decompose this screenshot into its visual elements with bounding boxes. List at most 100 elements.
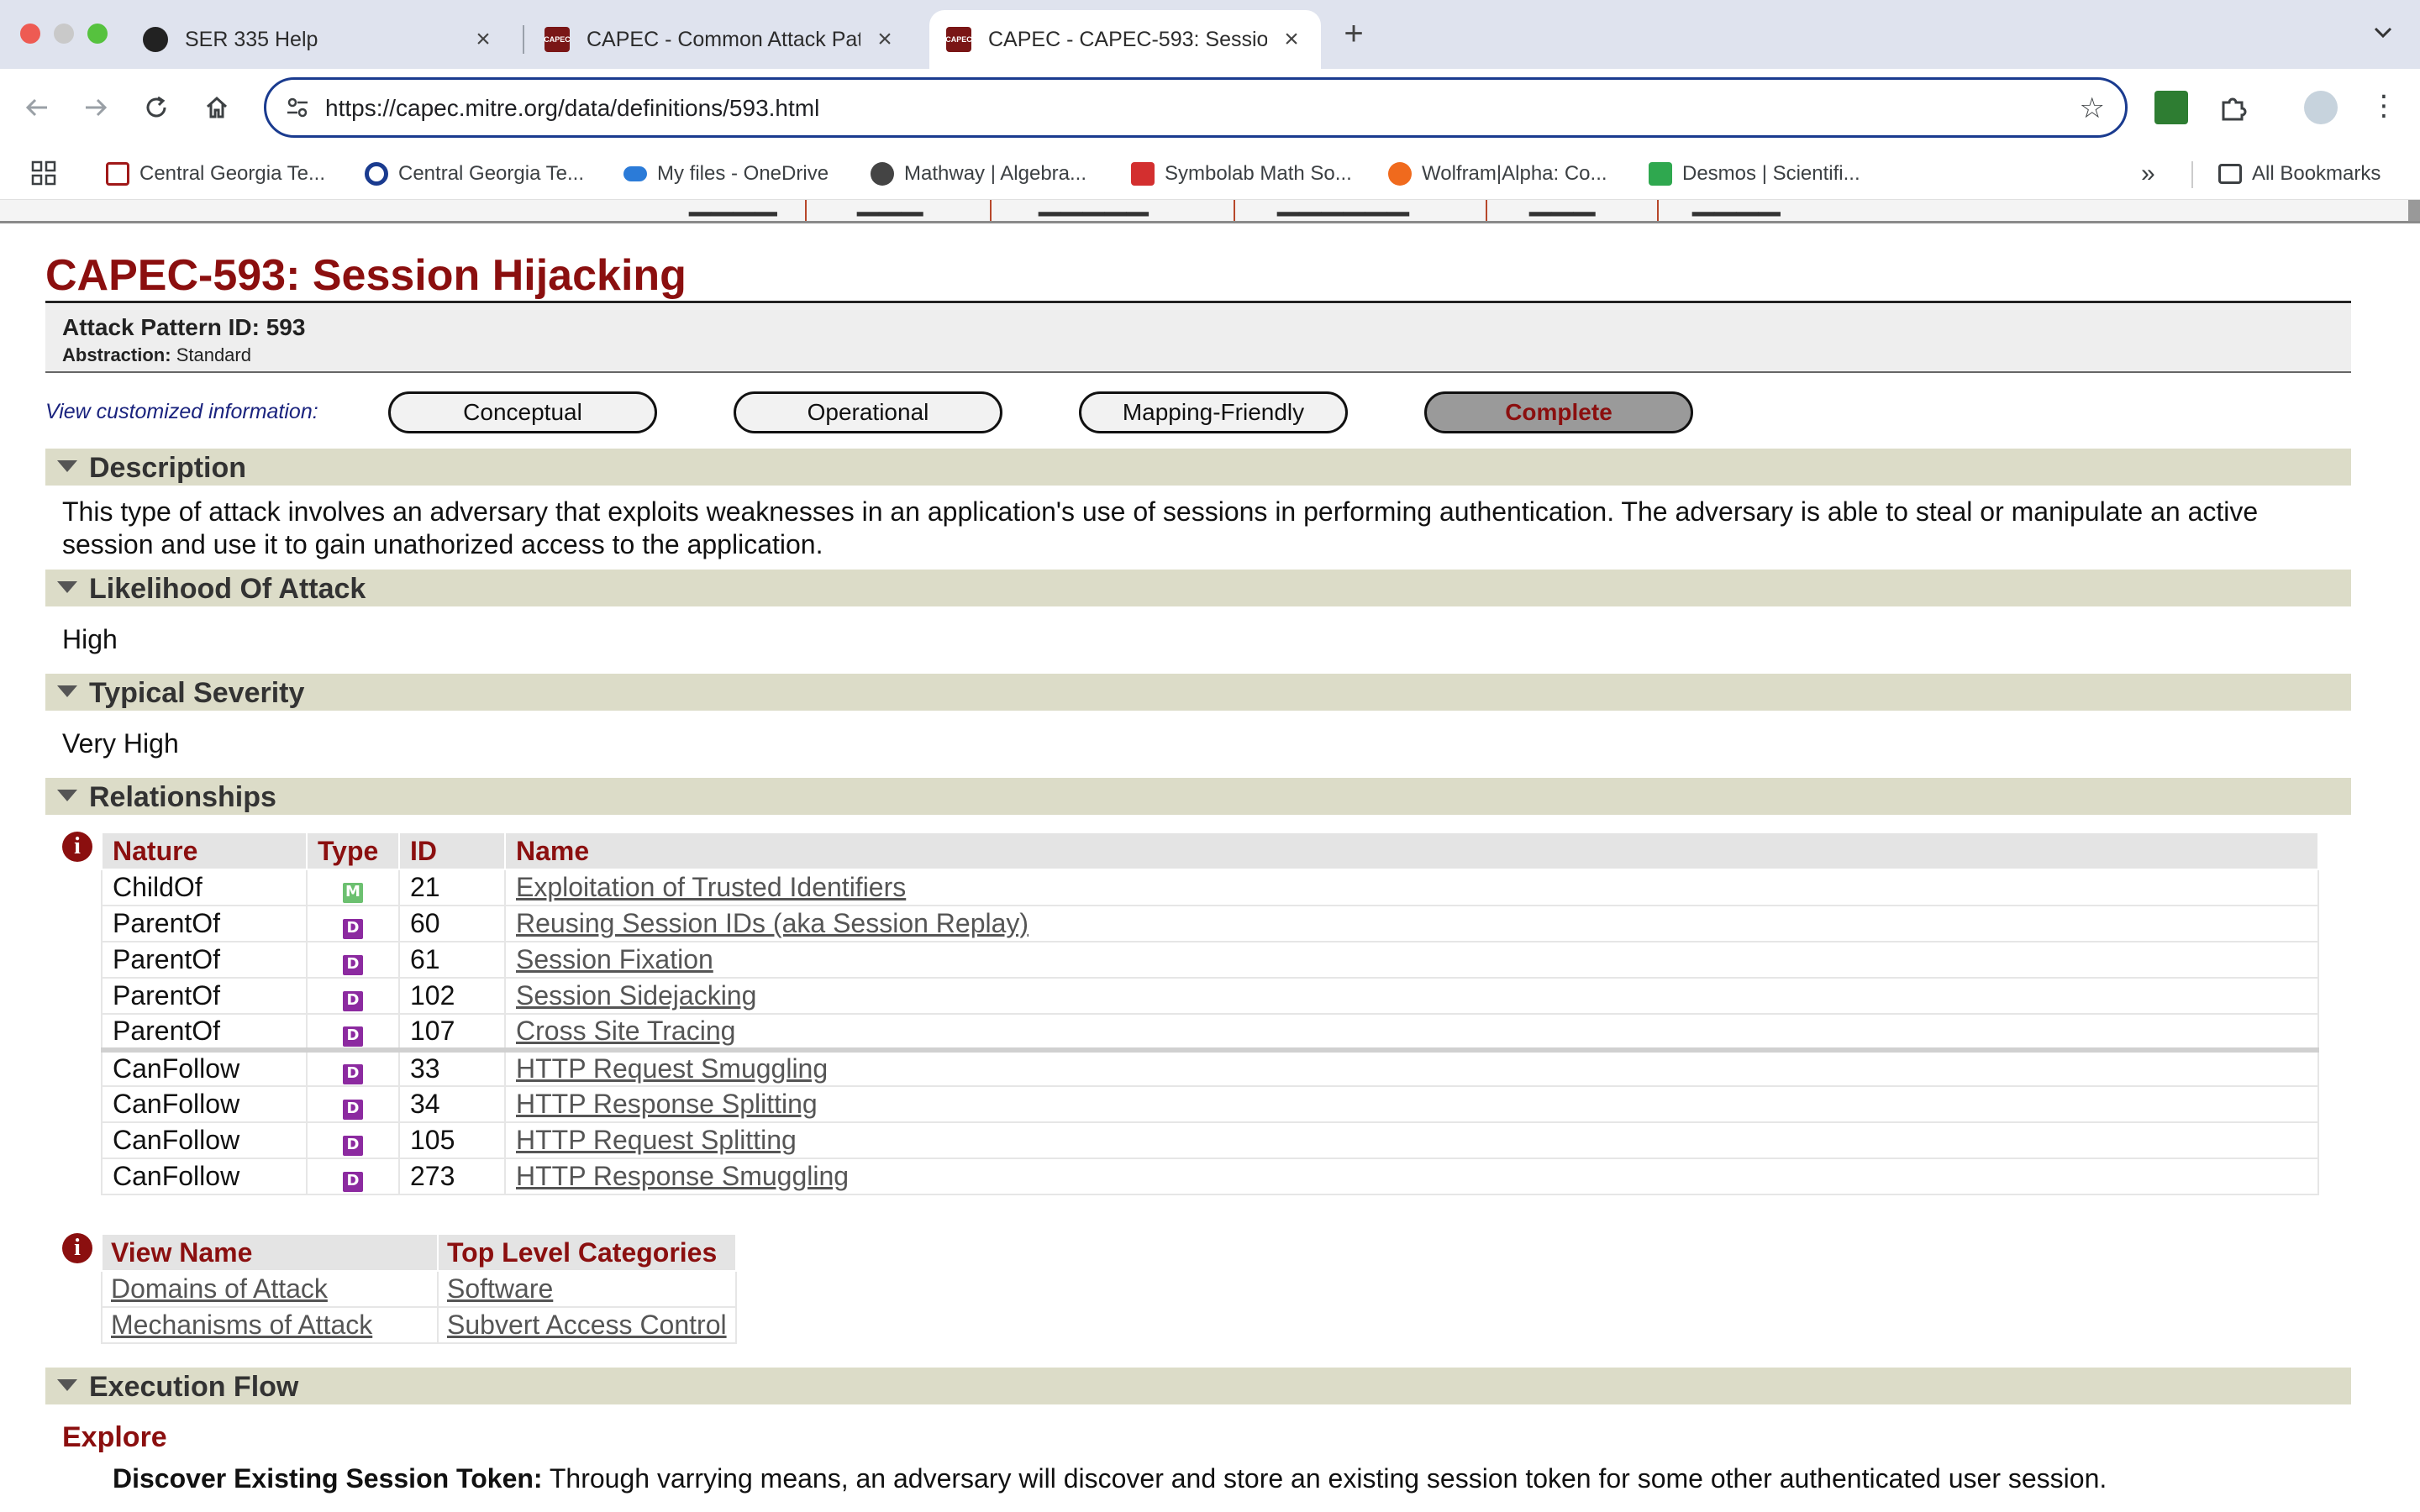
folder-icon bbox=[2218, 164, 2242, 184]
name-cell: HTTP Response Smuggling bbox=[504, 1158, 2319, 1195]
id-cell: 33 bbox=[398, 1049, 506, 1087]
attack-pattern-id: Attack Pattern ID: 593 bbox=[62, 314, 306, 340]
close-tab-icon[interactable]: × bbox=[872, 25, 897, 54]
new-tab-button[interactable]: + bbox=[1341, 15, 1366, 53]
collapse-triangle-icon bbox=[57, 685, 77, 697]
name-cell: Cross Site Tracing bbox=[504, 1013, 2319, 1053]
bookmark-desmos[interactable]: Desmos | Scientifi... bbox=[1649, 160, 1860, 188]
nature-cell: ChildOf bbox=[101, 869, 308, 906]
table-row: ParentOf D 61 Session Fixation bbox=[101, 941, 2319, 979]
section-severity-header[interactable]: Typical Severity bbox=[45, 674, 2351, 711]
col-top-level-categories: Top Level Categories bbox=[437, 1233, 737, 1272]
execution-step: Discover Existing Session Token: Through… bbox=[113, 1463, 2107, 1494]
name-cell: Session Sidejacking bbox=[504, 977, 2319, 1015]
table-row: Domains of Attack Software bbox=[101, 1270, 737, 1308]
nature-cell: CanFollow bbox=[101, 1049, 308, 1087]
category-link[interactable]: Subvert Access Control bbox=[447, 1310, 727, 1340]
nature-cell: ParentOf bbox=[101, 1013, 308, 1053]
site-info-icon[interactable] bbox=[285, 95, 310, 120]
severity-value: Very High bbox=[62, 728, 179, 759]
forward-icon[interactable] bbox=[81, 92, 111, 123]
id-cell: 107 bbox=[398, 1013, 506, 1053]
bookmark-central-georgia-1[interactable]: Central Georgia Te... bbox=[106, 160, 325, 188]
collapse-triangle-icon bbox=[57, 460, 77, 472]
name-cell: HTTP Response Splitting bbox=[504, 1085, 2319, 1123]
type-cell: M bbox=[306, 869, 400, 906]
bookmark-star-icon[interactable]: ☆ bbox=[2080, 92, 2105, 125]
tab-ser335[interactable]: SER 335 Help × bbox=[126, 10, 513, 69]
apps-grid-icon[interactable] bbox=[30, 160, 57, 186]
detailed-pattern-icon: D bbox=[343, 991, 363, 1011]
nature-cell: CanFollow bbox=[101, 1085, 308, 1123]
pattern-link[interactable]: HTTP Response Splitting bbox=[516, 1089, 818, 1119]
pattern-link[interactable]: Session Sidejacking bbox=[516, 980, 756, 1011]
extension-green-icon[interactable] bbox=[2154, 91, 2188, 124]
id-cell: 102 bbox=[398, 977, 506, 1015]
view-complete-button[interactable]: Complete bbox=[1424, 391, 1693, 433]
view-operational-button[interactable]: Operational bbox=[734, 391, 1002, 433]
maximize-window-button[interactable] bbox=[87, 24, 108, 44]
abstraction-line: Abstraction: Standard bbox=[62, 344, 251, 365]
reload-icon[interactable] bbox=[141, 92, 171, 123]
category-link[interactable]: Software bbox=[447, 1273, 553, 1304]
col-type: Type bbox=[306, 832, 400, 870]
pattern-link[interactable]: HTTP Request Splitting bbox=[516, 1125, 797, 1155]
table-row: Mechanisms of Attack Subvert Access Contr… bbox=[101, 1306, 737, 1344]
close-tab-icon[interactable]: × bbox=[471, 25, 496, 54]
info-icon[interactable]: i bbox=[62, 1233, 92, 1263]
nature-cell: ParentOf bbox=[101, 941, 308, 979]
profile-avatar[interactable] bbox=[2304, 91, 2338, 124]
bookmark-symbolab[interactable]: Symbolab Math So... bbox=[1131, 160, 1352, 188]
type-cell: D bbox=[306, 905, 400, 942]
bookmark-wolfram[interactable]: Wolfram|Alpha: Co... bbox=[1388, 160, 1607, 188]
bookmark-central-georgia-2[interactable]: Central Georgia Te... bbox=[365, 160, 584, 188]
section-likelihood-header[interactable]: Likelihood Of Attack bbox=[45, 570, 2351, 606]
page-title: CAPEC-593: Session Hijacking bbox=[45, 251, 687, 300]
address-bar[interactable]: https://capec.mitre.org/data/definitions… bbox=[264, 77, 2128, 138]
all-bookmarks-button[interactable]: All Bookmarks bbox=[2218, 160, 2381, 188]
tab-capec-list[interactable]: CAPEC CAPEC - Common Attack Patt × bbox=[528, 10, 914, 69]
pattern-link[interactable]: Exploitation of Trusted Identifiers bbox=[516, 872, 906, 902]
pattern-link[interactable]: HTTP Response Smuggling bbox=[516, 1161, 849, 1191]
detailed-pattern-icon: D bbox=[343, 1026, 363, 1047]
id-cell: 60 bbox=[398, 905, 506, 942]
bookmark-mathway[interactable]: Mathway | Algebra... bbox=[871, 160, 1086, 188]
view-categories-table: View Name Top Level Categories Domains o… bbox=[101, 1233, 737, 1344]
bookmark-onedrive[interactable]: My files - OneDrive bbox=[623, 160, 829, 188]
close-window-button[interactable] bbox=[20, 24, 40, 44]
view-name-link[interactable]: Domains of Attack bbox=[111, 1273, 328, 1304]
table-row: CanFollow D 34 HTTP Response Splitting bbox=[101, 1085, 2319, 1123]
view-conceptual-button[interactable]: Conceptual bbox=[388, 391, 657, 433]
home-icon[interactable] bbox=[202, 92, 232, 123]
collapse-triangle-icon bbox=[57, 1379, 77, 1391]
pattern-link[interactable]: Cross Site Tracing bbox=[516, 1016, 735, 1046]
section-description-header[interactable]: Description bbox=[45, 449, 2351, 486]
more-menu-icon[interactable]: ⋮ bbox=[2370, 91, 2398, 124]
cgtc-icon bbox=[106, 162, 129, 186]
more-bookmarks-chevron-icon[interactable]: » bbox=[2141, 160, 2155, 188]
symbolab-icon bbox=[1131, 162, 1155, 186]
pattern-link[interactable]: Session Fixation bbox=[516, 944, 713, 974]
col-nature: Nature bbox=[101, 832, 308, 870]
pattern-link[interactable]: HTTP Request Smuggling bbox=[516, 1053, 828, 1084]
minimize-window-button[interactable] bbox=[54, 24, 74, 44]
back-icon[interactable] bbox=[22, 92, 52, 123]
info-icon[interactable]: i bbox=[62, 832, 92, 862]
name-cell: HTTP Request Splitting bbox=[504, 1121, 2319, 1159]
chevron-down-icon[interactable] bbox=[2371, 20, 2395, 44]
close-tab-icon[interactable]: × bbox=[1279, 25, 1304, 54]
openai-icon bbox=[143, 27, 168, 52]
detailed-pattern-icon: D bbox=[343, 1136, 363, 1156]
pattern-link[interactable]: Reusing Session IDs (aka Session Replay) bbox=[516, 908, 1028, 938]
tab-capec-593[interactable]: CAPEC CAPEC - CAPEC-593: Session × bbox=[929, 10, 1321, 69]
type-cell: D bbox=[306, 1013, 400, 1053]
description-text: This type of attack involves an adversar… bbox=[62, 496, 2259, 559]
section-execution-flow-header[interactable]: Execution Flow bbox=[45, 1368, 2351, 1404]
view-mapping-friendly-button[interactable]: Mapping-Friendly bbox=[1079, 391, 1348, 433]
table-row: ParentOf D 102 Session Sidejacking bbox=[101, 977, 2319, 1015]
nature-cell: CanFollow bbox=[101, 1158, 308, 1195]
view-name-link[interactable]: Mechanisms of Attack bbox=[111, 1310, 372, 1340]
name-cell: HTTP Request Smuggling bbox=[504, 1049, 2319, 1087]
extensions-puzzle-icon[interactable] bbox=[2217, 91, 2250, 124]
section-relationships-header[interactable]: Relationships bbox=[45, 778, 2351, 815]
